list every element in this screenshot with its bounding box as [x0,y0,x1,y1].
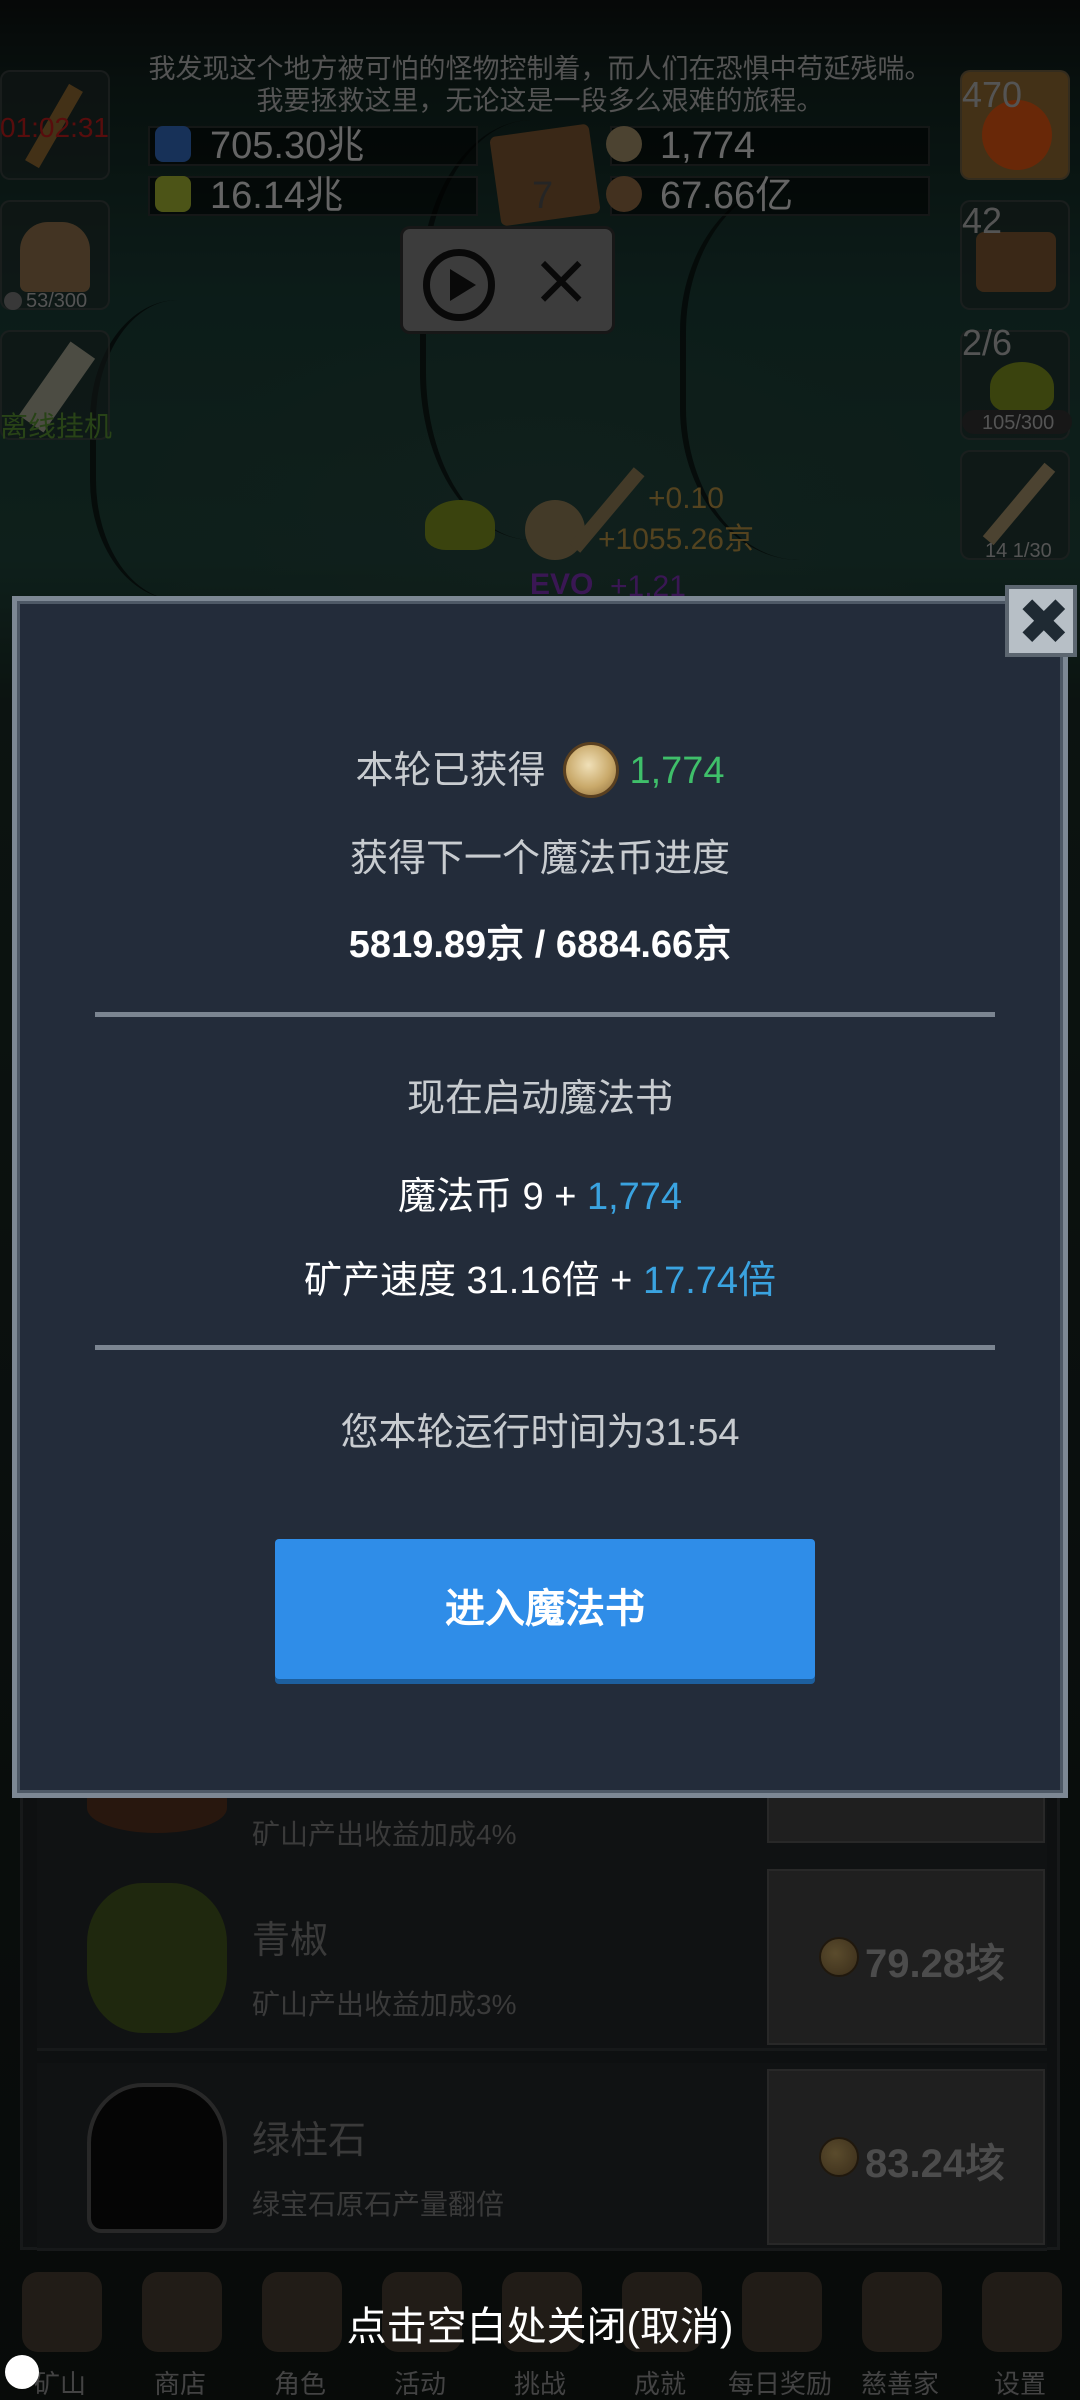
divider [95,1345,995,1350]
next-coin-label: 获得下一个魔法币进度 [349,838,730,880]
close-icon: ✖ [1017,586,1071,660]
coin-icon [563,741,620,798]
close-hint: 点击空白处关闭(取消) [346,2305,734,2349]
dialog-close-button[interactable]: ✖ [1005,585,1077,660]
coin-gain-row: 魔法币 9 + 1,774 [17,1165,1063,1220]
speed-gain-label: 矿产速度 31.16倍 + [303,1260,643,1302]
touch-indicator [5,2355,39,2389]
coin-gain-label: 魔法币 9 + [397,1176,587,1218]
runtime-text: 您本轮运行时间为31:54 [340,1412,740,1454]
speed-gain-row: 矿产速度 31.16倍 + 17.74倍 [17,1249,1063,1304]
enter-magic-book-button[interactable]: 进入魔法书 [275,1539,815,1679]
earned-value: 1,774 [629,750,725,792]
earned-label: 本轮已获得 [355,750,546,792]
magic-book-dialog: 本轮已获得 1,774 获得下一个魔法币进度 5819.89京 / 6884.66… [12,596,1068,1798]
coin-gain-bonus: 1,774 [586,1176,683,1218]
divider [95,1012,995,1017]
speed-gain-bonus: 17.74倍 [642,1260,777,1302]
earned-row: 本轮已获得 1,774 [17,739,1063,804]
coin-progress: 5819.89京 / 6884.66京 [348,924,732,966]
start-label: 现在启动魔法书 [406,1078,673,1120]
